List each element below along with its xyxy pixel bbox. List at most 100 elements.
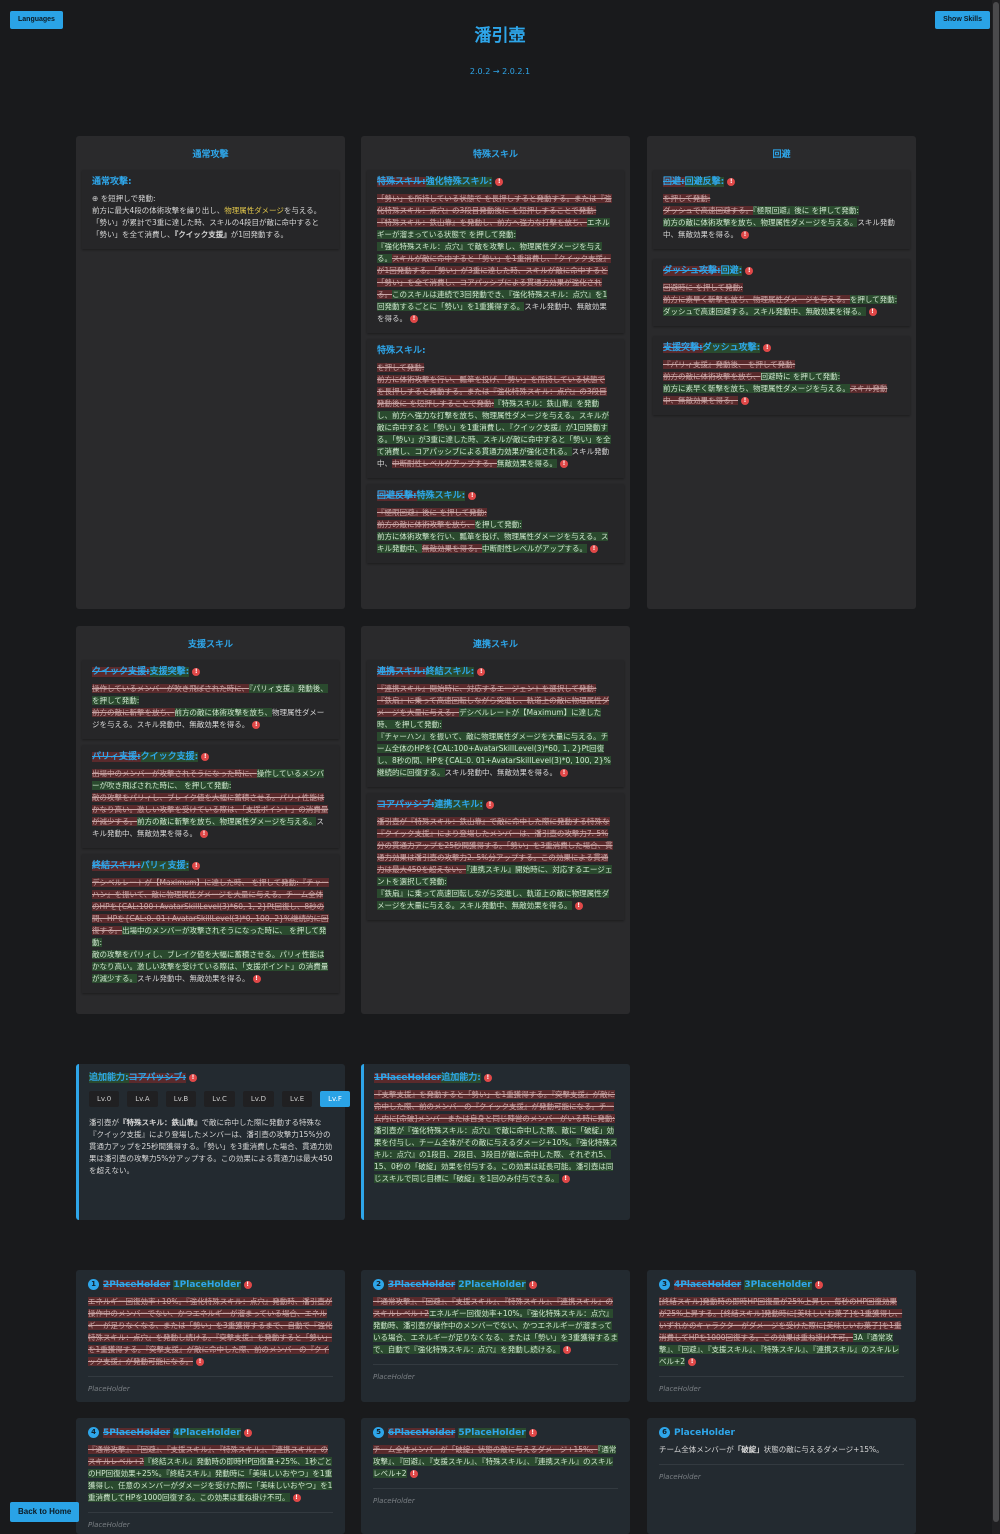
skill-title: ダッシュ攻撃:回避:!: [663, 265, 900, 278]
skill-desc: 「勢い」を所持している状態で を長押しすると発動する。または『強化特殊スキル：点…: [377, 194, 612, 323]
mindscape-footer: PlaceHolder: [88, 1512, 333, 1531]
skill-desc: 『パリィ支援』発動後、 を押して発動: 前方の敵に体術攻撃を放ち、回避時に を押…: [663, 360, 888, 405]
alert-icon: !: [201, 752, 210, 761]
alert-icon: !: [192, 861, 201, 870]
skill-card: 特殊スキル: を押して発動: 前方に体術攻撃を行い、瓢箪を投げ、「勢い」を所持し…: [367, 339, 624, 478]
skill-title: パリィ支援:クイック支援:!: [92, 751, 329, 764]
mindscape-title: 4 5PlaceHolder 4PlaceHolder!: [88, 1426, 333, 1440]
skill-title: 回避反撃:特殊スキル:!: [377, 490, 614, 503]
mindscape-desc: 『通常攻撃』、『回避』、『支援スキル』、『特殊スキル』、『連携スキル』のスキルレ…: [88, 1445, 333, 1502]
alert-icon: !: [483, 1073, 492, 1082]
alert-icon: !: [727, 177, 736, 186]
alert-icon: !: [528, 1428, 537, 1437]
mindscape-card: 5 6PlaceHolder 5PlaceHolder! チーム全体メンバーが「破…: [361, 1418, 630, 1534]
skill-card: 特殊スキル:強化特殊スキル:! 「勢い」を所持している状態で を長押しすると発動…: [367, 170, 624, 333]
chain-skill-column: 連携スキル 連携スキル:終結スキル:! 『連携スキル』開始時に、対応するエージェ…: [361, 626, 630, 1014]
alert-icon: !: [189, 1073, 198, 1082]
skill-title: 連携スキル:終結スキル:!: [377, 666, 614, 679]
skill-desc: 『極限回避』後に を押して発動: 前方の敵に体術攻撃を放ち、を押して発動: 前方…: [377, 508, 609, 553]
skill-desc: デシベルレートが【Maximum】に達した時、 を押して発動:『チャーハン』を振…: [92, 878, 329, 983]
mindscape-footer: PlaceHolder: [659, 1464, 904, 1483]
skill-desc: 出場中のメンバーが攻撃されそうになった時に、操作しているメンバーが吹き飛ばされた…: [92, 769, 329, 838]
level-button-c[interactable]: Lv.C: [204, 1091, 235, 1107]
alert-icon: !: [410, 315, 418, 323]
scrollbar-thumb[interactable]: [993, 2, 999, 1522]
mindscape-footer: PlaceHolder: [659, 1376, 904, 1395]
level-button-e[interactable]: Lv.E: [281, 1091, 313, 1107]
skill-card: ダッシュ攻撃:回避:! 回避時に を押して発動: 前方に素早く斬撃を放ち、物理属…: [653, 259, 910, 326]
panel-title: 追加能力:コアパッシブ:!: [89, 1072, 333, 1085]
skill-title: 通常攻撃:: [92, 177, 132, 187]
skill-card: コアパッシブ:連携スキル:! 潘引壺が『特殊スキル：鉄山靠』で敵に命中した際に発…: [367, 793, 624, 920]
skill-title: 特殊スキル:強化特殊スキル:!: [377, 176, 614, 189]
alert-icon: !: [560, 769, 568, 777]
mindscape-title: 5 6PlaceHolder 5PlaceHolder!: [373, 1426, 618, 1440]
skill-card: 連携スキル:終結スキル:! 『連携スキル』開始時に、対応するエージェントを選択し…: [367, 660, 624, 787]
alert-icon: !: [477, 667, 486, 676]
core-passive-panel: 追加能力:コアパッシブ:! Lv.0 Lv.A Lv.B Lv.C Lv.D L…: [76, 1064, 350, 1220]
skill-title: 特殊スキル:: [377, 346, 426, 356]
normal-attack-column: 通常攻撃 通常攻撃: ⊕ を短押しで発動: 前方に最大4段の体術攻撃を繰り出し、…: [76, 136, 345, 609]
alert-icon: !: [192, 667, 201, 676]
alert-icon: !: [814, 1280, 823, 1289]
column-heading: 回避: [772, 150, 791, 160]
panel-desc: 潘引壺が『特殊スキル：鉄山靠』で敵に命中した際に発動する特殊な『クイック支援』に…: [89, 1118, 333, 1175]
skill-card: 回避:回避反撃:! を押して発動: ダッシュで高速回避する。『極限回避』後に を…: [653, 170, 910, 249]
alert-icon: !: [560, 460, 568, 468]
alert-icon: !: [243, 1280, 252, 1289]
alert-icon: !: [868, 308, 877, 316]
alert-icon: !: [745, 266, 754, 275]
level-button-b[interactable]: Lv.B: [165, 1091, 197, 1107]
extra-ability-panel: 1PlaceHolder追加能力:! 『支撃支援』を発動すると「勢い」を1重獲得…: [361, 1064, 630, 1220]
skill-card: 支援突撃:ダッシュ攻撃:! 『パリィ支援』発動後、 を押して発動: 前方の敵に体…: [653, 336, 910, 415]
skill-card: 回避反撃:特殊スキル:! 『極限回避』後に を押して発動: 前方の敵に体術攻撃を…: [367, 484, 624, 563]
mindscape-title: 6 PlaceHolder: [659, 1426, 904, 1440]
alert-icon: !: [200, 830, 208, 838]
skill-card: パリィ支援:クイック支援:! 出場中のメンバーが攻撃されそうになった時に、操作し…: [82, 745, 339, 848]
alert-icon: !: [741, 397, 749, 405]
mindscape-desc: チーム全体メンバーが「破綻」状態の敵に与えるダメージ+15%。: [659, 1445, 884, 1454]
mindscape-desc: エネルギー回復効率+10%。『強化特殊スキル：点穴』発動時、潘引壺が操作中のメン…: [88, 1297, 333, 1366]
mindscape-desc: [終結スキル]発動時の即時HP回復量が25%上昇し、毎秒のHP回復効果が25%上…: [659, 1297, 903, 1366]
alert-icon: !: [763, 343, 772, 352]
mindscape-title: 1 2PlaceHolder 1PlaceHolder!: [88, 1278, 333, 1292]
level-button-f[interactable]: Lv.F: [320, 1091, 350, 1107]
skill-desc: ⊕ を短押しで発動: 前方に最大4段の体術攻撃を繰り出し、物理属性ダメージを与え…: [92, 194, 322, 239]
scrollbar[interactable]: [992, 0, 1000, 1534]
back-to-home-button[interactable]: Back to Home: [10, 1502, 80, 1522]
alert-icon: !: [409, 1470, 418, 1478]
level-selector: Lv.0 Lv.A Lv.B Lv.C Lv.D Lv.E Lv.F: [89, 1091, 350, 1107]
mindscape-card: 3 4PlaceHolder 3PlaceHolder! [終結スキル]発動時の即…: [647, 1270, 916, 1402]
alert-icon: !: [252, 721, 261, 729]
alert-icon: !: [468, 491, 477, 500]
alert-icon: !: [741, 231, 749, 239]
column-heading: 支援スキル: [187, 640, 233, 650]
mindscape-card: 2 3PlaceHolder 2PlaceHolder! 『通常攻撃』、『回避』、…: [361, 1270, 630, 1402]
mindscape-footer: PlaceHolder: [373, 1488, 618, 1507]
skill-desc: を押して発動: 前方に体術攻撃を行い、瓢箪を投げ、「勢い」を所持している状態で …: [377, 363, 611, 468]
level-button-0[interactable]: Lv.0: [89, 1091, 120, 1107]
skill-card: 終結スキル:パリィ支援:! デシベルレートが【Maximum】に達した時、 を押…: [82, 854, 339, 993]
mindscape-footer: PlaceHolder: [373, 1364, 618, 1383]
skill-desc: 『連携スキル』開始時に、対応するエージェントを選択して発動: 『鉄扇』に乗って高…: [377, 684, 611, 777]
column-heading: 通常攻撃: [192, 150, 229, 160]
evade-column: 回避 回避:回避反撃:! を押して発動: ダッシュで高速回避する。『極限回避』後…: [647, 136, 916, 609]
mindscape-desc: 『通常攻撃』、『回避』、『支援スキル』、『特殊スキル』、『連携スキル』のスキルレ…: [373, 1297, 618, 1354]
alert-icon: !: [561, 1175, 570, 1183]
level-button-a[interactable]: Lv.A: [127, 1091, 158, 1107]
alert-icon: !: [590, 545, 598, 553]
alert-icon: !: [252, 975, 261, 983]
skill-desc: 操作しているメンバーが吹き飛ばされた時に、『パリィ支援』発動後、 を押して発動:…: [92, 684, 328, 729]
page-title: 潘引壺: [474, 26, 526, 46]
level-button-d[interactable]: Lv.D: [242, 1091, 274, 1107]
assist-skill-column: 支援スキル クイック支援:支援突撃:! 操作しているメンバーが吹き飛ばされた時に…: [76, 626, 345, 1014]
mindscape-title: 3 4PlaceHolder 3PlaceHolder!: [659, 1278, 904, 1292]
mindscape-footer: PlaceHolder: [88, 1376, 333, 1395]
skill-title: クイック支援:支援突撃:!: [92, 666, 329, 679]
alert-icon: !: [528, 1280, 537, 1289]
alert-icon: !: [563, 1346, 572, 1354]
alert-icon: !: [574, 902, 583, 910]
alert-icon: !: [486, 800, 495, 809]
column-heading: 特殊スキル: [472, 150, 518, 160]
alert-icon: !: [243, 1428, 252, 1437]
